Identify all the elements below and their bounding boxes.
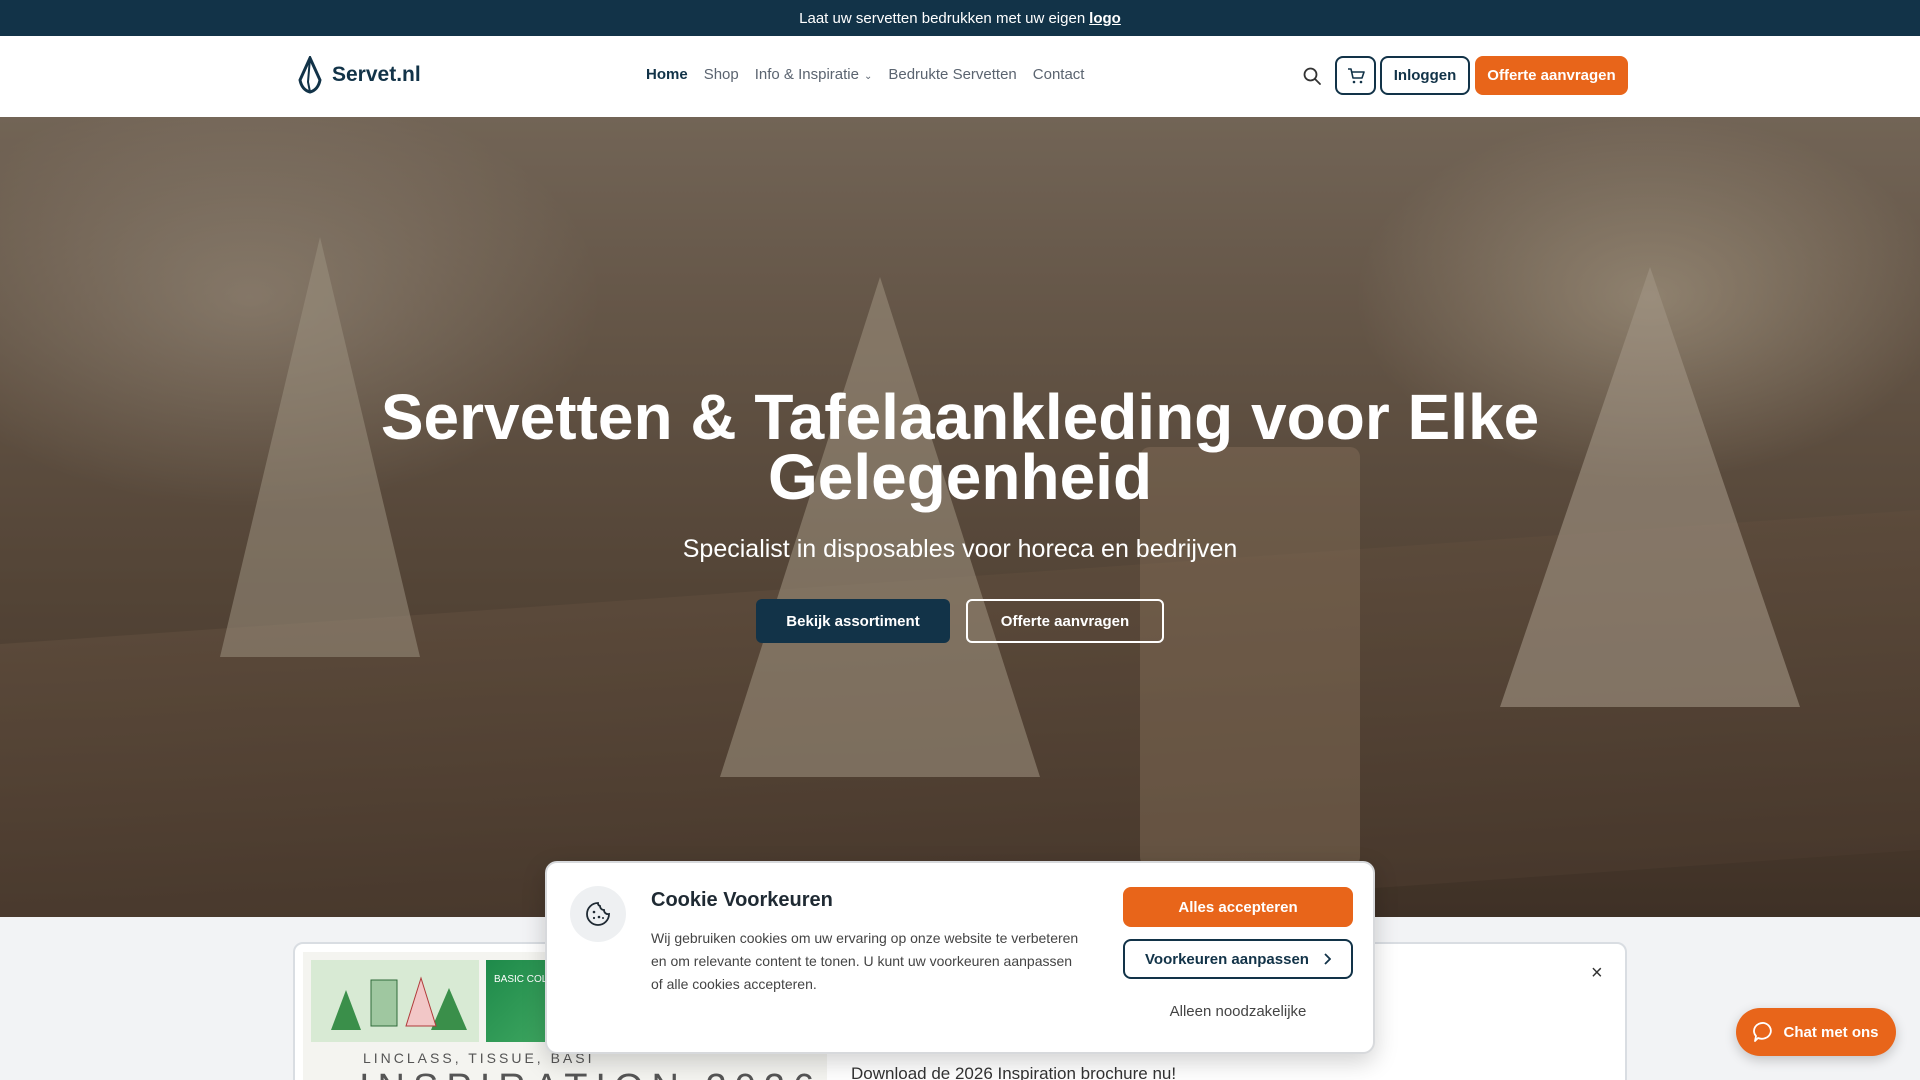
- hero-overlay: [0, 117, 1920, 917]
- hero-section: Servetten & Tafelaankleding voor Elke Ge…: [0, 117, 1920, 917]
- cookie-icon: [570, 886, 626, 942]
- chat-bubble-icon: [1753, 1022, 1773, 1042]
- nav-shop[interactable]: Shop: [704, 66, 739, 83]
- announcement-bar: Laat uw servetten bedrukken met uw eigen…: [0, 0, 1920, 36]
- nav-bedrukte-servetten[interactable]: Bedrukte Servetten: [888, 66, 1016, 83]
- cookie-title: Cookie Voorkeuren: [651, 889, 833, 911]
- nav-home[interactable]: Home: [646, 66, 688, 83]
- brochure-text: Download de 2026 Inspiration brochure nu…: [851, 1064, 1177, 1080]
- header-quote-button[interactable]: Offerte aanvragen: [1475, 56, 1628, 95]
- hero-subtitle: Specialist in disposables voor horeca en…: [682, 535, 1238, 563]
- chat-label: Chat met ons: [1783, 1023, 1879, 1041]
- brand-name: Servet.nl: [332, 63, 421, 86]
- search-icon[interactable]: [1302, 66, 1322, 86]
- customize-preferences-label: Voorkeuren aanpassen: [1145, 950, 1309, 968]
- customize-preferences-button[interactable]: Voorkeuren aanpassen: [1123, 939, 1353, 979]
- brand-logo[interactable]: Servet.nl: [296, 56, 421, 94]
- chevron-right-icon: [1324, 953, 1331, 965]
- chat-button[interactable]: Chat met ons: [1736, 1008, 1896, 1056]
- close-icon[interactable]: ×: [1591, 962, 1603, 985]
- login-button[interactable]: Inloggen: [1380, 56, 1470, 95]
- site-header: Servet.nl Home Shop Info & Inspiratie ⌄ B…: [0, 36, 1920, 117]
- hero-quote-button[interactable]: Offerte aanvragen: [966, 599, 1164, 643]
- main-nav: Home Shop Info & Inspiratie ⌄ Bedrukte Se…: [646, 66, 1084, 83]
- announcement-logo-link[interactable]: logo: [1089, 10, 1121, 27]
- brochure-illustration: [311, 960, 479, 1042]
- trees-illustration-icon: [331, 976, 467, 1030]
- cart-icon: [1347, 67, 1365, 83]
- cart-button[interactable]: [1335, 56, 1376, 95]
- necessary-only-button[interactable]: Alleen noodzakelijke: [1123, 991, 1353, 1031]
- nav-info-label: Info & Inspiratie: [754, 66, 859, 83]
- nav-contact[interactable]: Contact: [1033, 66, 1085, 83]
- hero-title: Servetten & Tafelaankleding voor Elke Ge…: [0, 385, 1920, 509]
- accept-all-cookies-button[interactable]: Alles accepteren: [1123, 887, 1353, 927]
- view-assortment-button[interactable]: Bekijk assortiment: [756, 599, 950, 643]
- hero-title-line2: Gelegenheid: [767, 441, 1153, 513]
- chevron-down-icon: ⌄: [863, 71, 873, 82]
- nav-info-inspiratie[interactable]: Info & Inspiratie ⌄: [755, 66, 873, 83]
- brochure-cover-title: INSPIRATION 2026: [359, 1067, 822, 1080]
- cookie-dialog: Cookie Voorkeuren Wij gebruiken cookies …: [545, 861, 1375, 1054]
- announcement-text: Laat uw servetten bedrukken met uw eigen: [799, 9, 1086, 27]
- logo-icon: [298, 56, 322, 94]
- cookie-description: Wij gebruiken cookies om uw ervaring op …: [651, 930, 1079, 992]
